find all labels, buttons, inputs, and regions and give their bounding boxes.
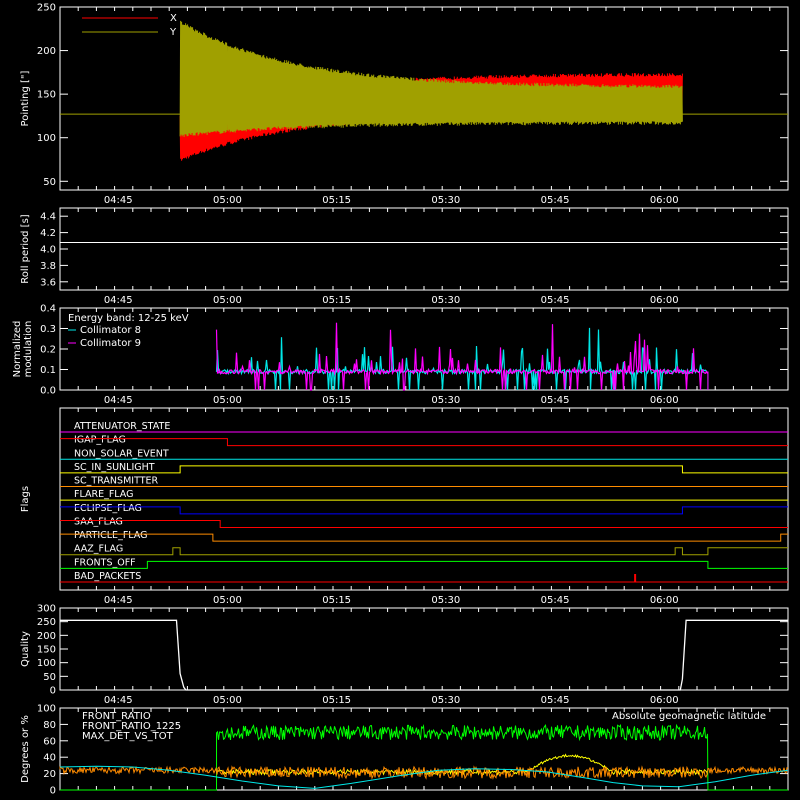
rhessi-quicklook-chart: 04:45 05:00 05:15 05:30 05:45 06:00 50 100 150 20…: [12, 3, 789, 797]
roll-xtick-label: 05:45: [541, 295, 570, 306]
roll-xtick-label: 05:00: [213, 295, 242, 306]
flag-label-eclipse_flag: ECLIPSE_FLAG: [74, 503, 142, 514]
flags-xtick-label: 05:00: [213, 595, 242, 606]
ratios-ytick-label: 80: [43, 720, 56, 731]
pointing-xtick-label: 05:45: [541, 195, 570, 206]
modulation-ytick-label: 0.1: [40, 365, 56, 376]
flag-label-saa_flag: SAA_FLAG: [74, 516, 123, 527]
quality-line: [60, 619, 788, 691]
flag-label-sc_transmitter: SC_TRANSMITTER: [74, 476, 159, 487]
modulation-ytick-label: 0.2: [40, 345, 56, 356]
quality-ytick-label: 300: [37, 604, 56, 615]
flags-xtick-label: 06:00: [650, 595, 679, 606]
modulation-ylabel: Normalized: [12, 321, 23, 378]
flag-label-bad_packets: BAD_PACKETS: [74, 571, 141, 582]
pointing-xtick-label: 05:30: [431, 195, 460, 206]
pointing-xtick-label: 05:15: [322, 195, 351, 206]
modulation-xtick-label: 06:00: [650, 395, 679, 406]
legend-collimator9-label: Collimator 9: [80, 338, 141, 349]
legend-y-label: Y: [169, 27, 177, 38]
ratios-ytick-label: 0: [50, 786, 56, 797]
modulation-xtick-label: 04:45: [104, 395, 133, 406]
ratios-ytick-label: 40: [43, 753, 56, 764]
roll-ytick-label: 3.6: [40, 277, 56, 288]
ratios-ytick-label: 100: [37, 704, 56, 715]
roll-xtick-label: 06:00: [650, 295, 679, 306]
flag-label-particle_flag: PARTICLE_FLAG: [74, 530, 147, 541]
roll-ylabel: Roll period [s]: [20, 214, 31, 283]
flags-xtick-label: 05:30: [431, 595, 460, 606]
flag-line-fronts_off: [60, 560, 788, 569]
pointing-ylabel: Pointing ["]: [20, 70, 31, 126]
ratios-ytick-label: 20: [43, 769, 56, 780]
flag-label-sc_in_sunlight: SC_IN_SUNLIGHT: [74, 462, 155, 473]
flag-label-aaz_flag: AAZ_FLAG: [74, 544, 123, 555]
quality-ytick-label: 150: [37, 645, 56, 656]
modulation-xtick-label: 05:00: [213, 395, 242, 406]
quality-ytick-label: 250: [37, 617, 56, 628]
flag-label-attenuator_state: ATTENUATOR_STATE: [74, 421, 170, 432]
modulation-xtick-label: 05:45: [541, 395, 570, 406]
modulation-ytick-label: 0.4: [40, 304, 56, 315]
quality-xtick-label: 05:30: [431, 695, 460, 706]
pointing-ytick-label: 100: [37, 133, 56, 144]
flag-label-flare_flag: FLARE_FLAG: [74, 489, 134, 500]
modulation-ytick-label: 0.0: [40, 386, 56, 397]
quality-xtick-label: 05:45: [541, 695, 570, 706]
quality-ytick-label: 200: [37, 631, 56, 642]
quality-xtick-label: 06:00: [650, 695, 679, 706]
ratios-ytick-label: 60: [43, 736, 56, 747]
roll-ytick-label: 3.8: [40, 261, 56, 272]
quality-xtick-label: 05:00: [213, 695, 242, 706]
flag-line-sc_in_sunlight: [60, 465, 788, 474]
pointing-ytick-label: 50: [43, 177, 56, 188]
roll-xtick-label: 05:15: [322, 295, 351, 306]
ratios-ylabel: Degrees or %: [20, 715, 31, 783]
flag-label-igap_flag: IGAP_FLAG: [74, 435, 126, 446]
roll-ytick-label: 4.4: [40, 212, 56, 223]
modulation-xtick-label: 05:15: [322, 395, 351, 406]
flags-xtick-label: 05:15: [322, 595, 351, 606]
pointing-ytick-label: 200: [37, 46, 56, 57]
roll-xtick-label: 05:30: [431, 295, 460, 306]
modulation-ytick-label: 0.3: [40, 324, 56, 335]
quality-xtick-label: 05:15: [322, 695, 351, 706]
pointing-xtick-label: 04:45: [104, 195, 133, 206]
modulation-xtick-label: 05:30: [431, 395, 460, 406]
legend-max-det-label: MAX_DET_VS_TOT: [82, 731, 174, 742]
flags-xtick-label: 04:45: [104, 595, 133, 606]
flag-label-non_solar_event: NON_SOLAR_EVENT: [74, 448, 169, 459]
quality-ytick-label: 50: [43, 672, 56, 683]
roll-xtick-label: 04:45: [104, 295, 133, 306]
flag-label-fronts_off: FRONTS_OFF: [74, 557, 136, 568]
flags-xtick-label: 05:45: [541, 595, 570, 606]
modulation-energy-band-label: Energy band: 12-25 keV: [68, 313, 189, 324]
quality-ytick-label: 0: [50, 686, 56, 697]
quality-ylabel: Quality: [20, 631, 31, 667]
roll-ytick-label: 4.2: [40, 228, 56, 239]
flag-line-saa_flag: [60, 519, 788, 528]
legend-x-label: X: [170, 13, 177, 24]
legend-geomagnetic-latitude-label: Absolute geomagnetic latitude: [612, 711, 766, 722]
roll-frame: [59, 207, 789, 291]
front-ratio-line: [216, 753, 708, 777]
pointing-ytick-label: 250: [37, 3, 56, 14]
pointing-xtick-label: 05:00: [213, 195, 242, 206]
quality-ytick-label: 100: [37, 658, 56, 669]
pointing-ytick-label: 150: [37, 90, 56, 101]
flag-line-aaz_flag: [60, 547, 788, 556]
modulation-ylabel: modulation: [23, 321, 34, 378]
flags-ylabel: Flags: [20, 486, 31, 512]
pointing-xtick-label: 06:00: [650, 195, 679, 206]
roll-ytick-label: 4.0: [40, 245, 56, 256]
legend-collimator8-label: Collimator 8: [80, 325, 141, 336]
flag-line-igap_flag: [60, 438, 788, 447]
flag-line-particle_flag: [60, 533, 788, 542]
quality-xtick-label: 04:45: [104, 695, 133, 706]
flag-line-eclipse_flag: [60, 506, 788, 515]
flags-frame: [59, 407, 789, 591]
